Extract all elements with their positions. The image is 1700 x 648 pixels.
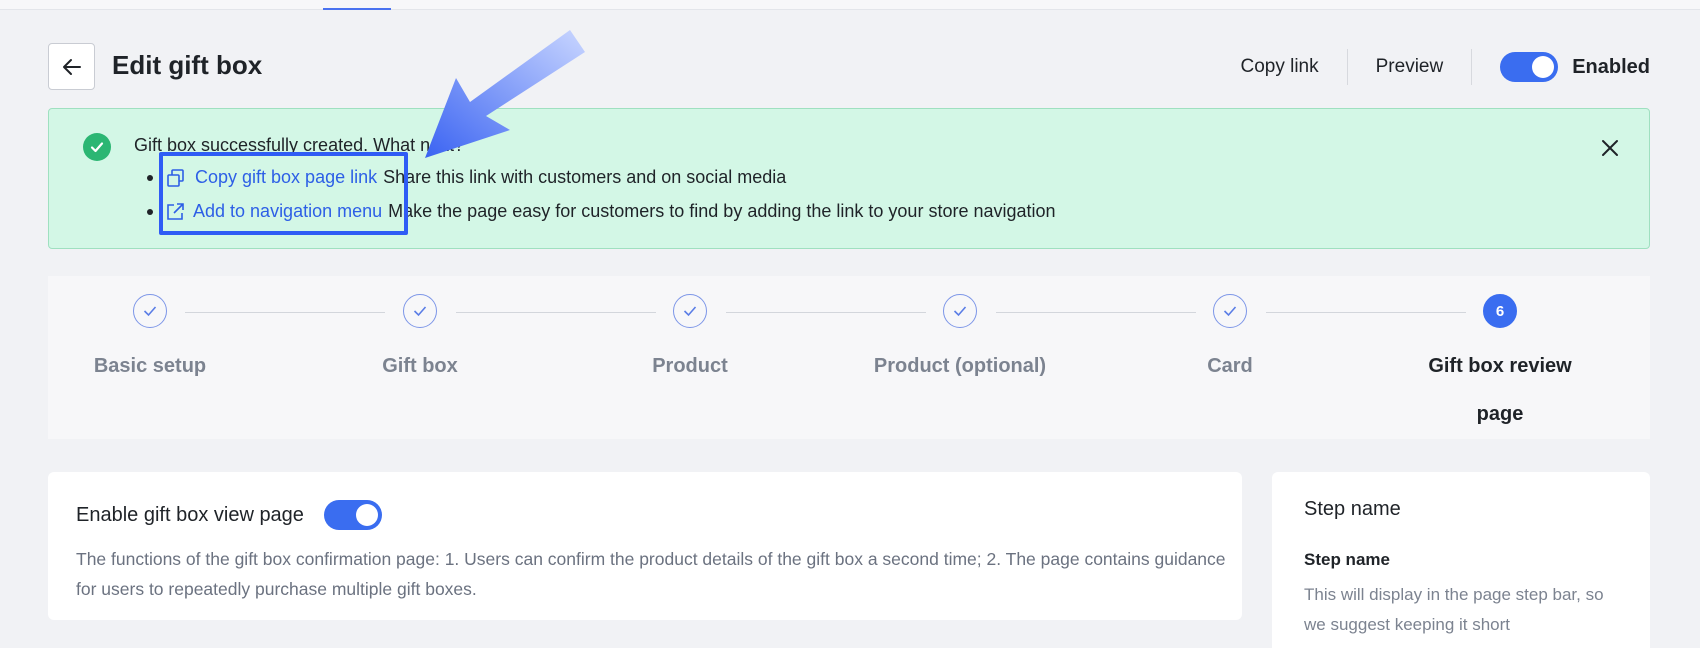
step-product-optional[interactable]: Product (optional) [870, 294, 1050, 390]
view-page-toggle[interactable] [323, 500, 382, 530]
step-number-badge: 6 [1483, 294, 1517, 328]
step-label: Product (optional) [873, 355, 1047, 377]
step-name-title: Step name [1304, 498, 1401, 520]
view-page-card: Enable gift box view page The functions … [48, 472, 1242, 620]
view-page-title-row: Enable gift box view page [76, 500, 382, 530]
step-label: Product [652, 355, 728, 377]
step-name-field-label: Step name [1304, 550, 1390, 569]
toggle-knob [355, 504, 378, 526]
bullet [147, 208, 153, 215]
check-icon [943, 294, 977, 328]
preview-button[interactable]: Preview [1348, 56, 1472, 78]
step-label: Card [1207, 355, 1253, 377]
back-button[interactable] [48, 43, 95, 90]
add-nav-menu-text: Make the page easy for customers to find… [388, 201, 1056, 221]
progress-stepper: Basic setup Gift box Product Product (op… [48, 276, 1650, 439]
check-icon [133, 294, 167, 328]
step-label: Basic setup [93, 355, 207, 377]
step-gift-box[interactable]: Gift box [330, 294, 510, 390]
step-product[interactable]: Product [600, 294, 780, 390]
step-label: Gift box review page [1428, 355, 1572, 425]
close-icon[interactable] [1601, 139, 1619, 157]
header-actions: Copy link Preview Enabled [1212, 48, 1650, 86]
success-check-icon [83, 133, 111, 161]
arrow-left-icon [62, 58, 81, 75]
step-basic-setup[interactable]: Basic setup [60, 294, 240, 390]
check-icon [1213, 294, 1247, 328]
enabled-toggle[interactable] [1500, 52, 1559, 82]
bullet [147, 174, 153, 181]
enabled-label: Enabled [1572, 55, 1650, 78]
copy-page-link-text: Share this link with customers and on so… [383, 167, 787, 187]
step-label: Gift box [382, 355, 458, 377]
step-card[interactable]: Card [1140, 294, 1320, 390]
page-title: Edit gift box [112, 50, 263, 80]
annotation-highlight-box [159, 152, 408, 235]
top-nav-strip [0, 0, 1700, 10]
view-page-title: Enable gift box view page [76, 503, 304, 526]
active-tab-indicator [323, 8, 391, 10]
check-icon [403, 294, 437, 328]
check-icon [673, 294, 707, 328]
copy-link-button[interactable]: Copy link [1212, 56, 1346, 78]
step-name-card: Step name Step name This will display in… [1272, 472, 1650, 648]
annotation-arrow-icon [425, 30, 585, 158]
view-page-description: The functions of the gift box confirmati… [76, 549, 1226, 599]
step-gift-box-review[interactable]: 6 Gift box review page [1410, 294, 1590, 438]
enabled-toggle-group: Enabled [1472, 52, 1650, 82]
toggle-knob [1532, 56, 1555, 78]
step-name-help: This will display in the page step bar, … [1304, 585, 1604, 634]
